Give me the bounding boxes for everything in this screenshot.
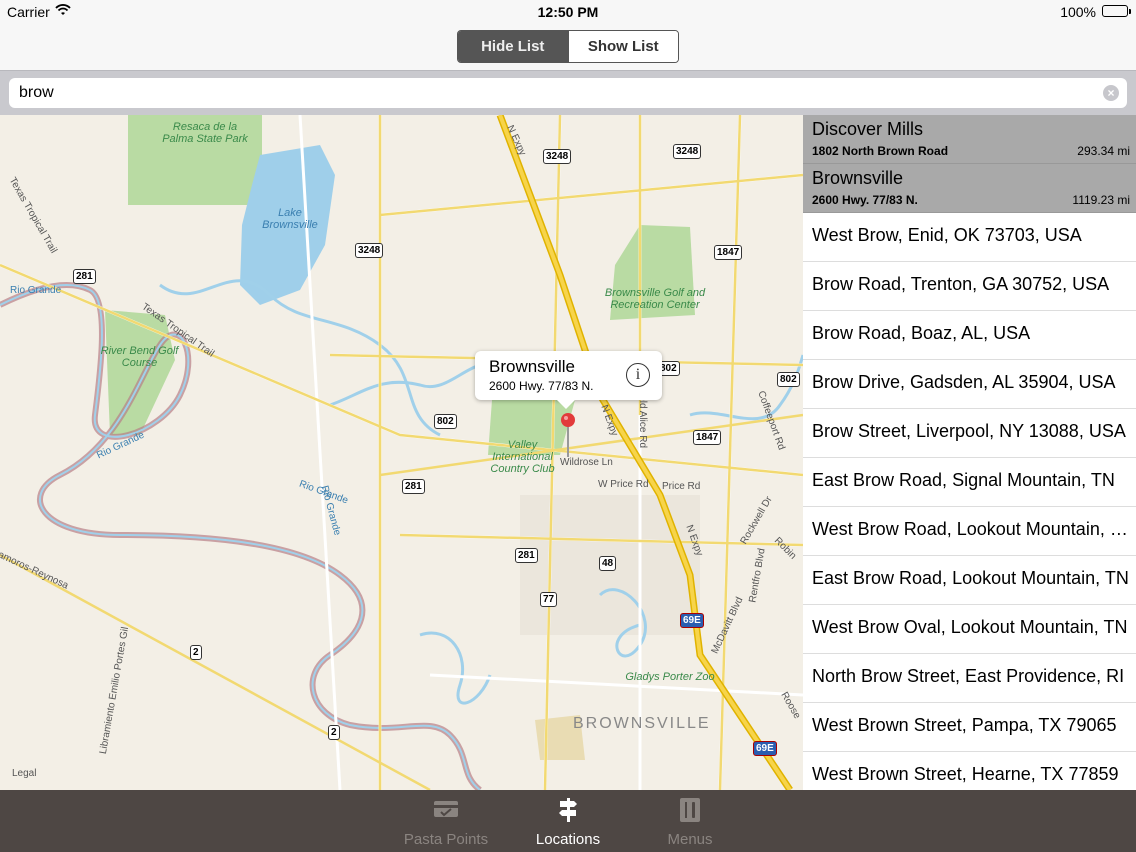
tab-menus[interactable]: Menus <box>640 790 740 852</box>
route-shield: 2 <box>328 725 340 740</box>
ticket-icon <box>434 798 458 822</box>
list-toggle: Hide List Show List <box>457 30 679 63</box>
search-input[interactable] <box>19 78 1099 108</box>
route-shield: 281 <box>73 269 96 284</box>
street-label: Old Alice Rd <box>637 392 649 449</box>
list-item[interactable]: Brow Drive, Gadsden, AL 35904, USA <box>803 360 1136 409</box>
list-item[interactable]: Brow Road, Trenton, GA 30752, USA <box>803 262 1136 311</box>
result-title: West Brown Street, Pampa, TX 79065 <box>812 715 1117 735</box>
results-list[interactable]: Discover Mills 1802 North Brown Road 293… <box>803 115 1136 790</box>
route-shield: 1847 <box>714 245 743 260</box>
route-shield: 802 <box>777 372 800 387</box>
result-title: East Brow Road, Lookout Mountain, TN <box>812 568 1129 588</box>
park-label-river-bend: River Bend Golf Course <box>100 345 179 369</box>
list-item[interactable]: West Brown Street, Pampa, TX 79065 <box>803 703 1136 752</box>
tab-label: Locations <box>535 831 601 848</box>
list-item[interactable]: Brow Street, Liverpool, NY 13088, USA <box>803 409 1136 458</box>
list-item[interactable]: West Brow Oval, Lookout Mountain, TN <box>803 605 1136 654</box>
signpost-icon <box>556 798 580 822</box>
map-view[interactable]: Resaca de la Palma State Park Lake Brown… <box>0 115 803 790</box>
list-item[interactable]: West Brow Road, Lookout Mountain, GA <box>803 507 1136 556</box>
list-item[interactable]: East Brow Road, Signal Mountain, TN <box>803 458 1136 507</box>
list-item[interactable]: Brownsville 2600 Hwy. 77/83 N. 1119.23 m… <box>803 164 1136 213</box>
result-title: East Brow Road, Signal Mountain, TN <box>812 470 1115 490</box>
result-title: Brownsville <box>812 168 904 188</box>
clear-icon[interactable]: × <box>1103 85 1119 101</box>
search-field: × <box>9 78 1127 108</box>
show-list-button[interactable]: Show List <box>567 31 678 62</box>
result-address: 1802 North Brown Road <box>812 144 949 158</box>
route-shield: 2 <box>190 645 202 660</box>
map-graphics <box>0 115 803 790</box>
result-title: West Brow Road, Lookout Mountain, GA <box>812 519 1130 539</box>
route-shield: 77 <box>540 592 558 607</box>
result-title: Brow Street, Liverpool, NY 13088, USA <box>812 421 1126 441</box>
route-shield: 48 <box>599 556 617 571</box>
result-title: Brow Road, Trenton, GA 30752, USA <box>812 274 1110 294</box>
search-bar: × <box>0 70 1136 115</box>
callout-subtitle: 2600 Hwy. 77/83 N. <box>489 379 594 393</box>
tab-label: Menus <box>667 831 713 848</box>
menu-book-icon <box>678 798 702 822</box>
legal-link[interactable]: Legal <box>12 768 36 779</box>
zoo-label: Gladys Porter Zoo <box>625 671 715 683</box>
result-title: West Brow Oval, Lookout Mountain, TN <box>812 617 1128 637</box>
battery-icon <box>1102 5 1131 17</box>
park-label-brownsville-golf: Brownsville Golf and Recreation Center <box>604 287 706 311</box>
status-bar: Carrier 12:50 PM 100% <box>0 0 1136 24</box>
list-item[interactable]: Discover Mills 1802 North Brown Road 293… <box>803 115 1136 164</box>
tab-bar: Pasta Points Locations Menus <box>0 790 1136 852</box>
route-shield: 69E <box>753 741 777 756</box>
park-label-valley: Valley International Country Club <box>490 439 555 475</box>
tab-pasta-points[interactable]: Pasta Points <box>396 790 496 852</box>
street-label: Price Rd <box>662 481 701 492</box>
result-address: 2600 Hwy. 77/83 N. <box>812 193 918 207</box>
callout-title: Brownsville <box>489 357 575 376</box>
street-label: W Price Rd <box>598 479 649 490</box>
result-title: North Brow Street, East Providence, RI <box>812 666 1125 686</box>
tab-locations[interactable]: Locations <box>518 790 618 852</box>
city-label: BROWNSVILLE <box>573 715 711 732</box>
list-item[interactable]: North Brow Street, East Providence, RI <box>803 654 1136 703</box>
result-distance: 293.34 mi <box>1077 144 1130 158</box>
info-icon[interactable]: i <box>626 363 650 387</box>
park-label-resaca: Resaca de la Palma State Park <box>162 121 248 145</box>
route-shield: 3248 <box>543 149 572 164</box>
route-shield: 802 <box>434 414 457 429</box>
hide-list-button[interactable]: Hide List <box>458 31 568 62</box>
result-distance: 1119.23 mi <box>1072 193 1130 207</box>
list-item[interactable]: East Brow Road, Lookout Mountain, TN <box>803 556 1136 605</box>
route-shield: 69E <box>680 613 704 628</box>
route-shield: 1847 <box>693 430 722 445</box>
nav-bar: Hide List Show List <box>0 24 1136 70</box>
list-item[interactable]: West Brown Street, Hearne, TX 77859 <box>803 752 1136 790</box>
battery-percent: 100% <box>1060 4 1096 20</box>
route-shield: 281 <box>402 479 425 494</box>
route-shield: 3248 <box>673 144 702 159</box>
result-title: West Brown Street, Hearne, TX 77859 <box>812 764 1119 784</box>
river-label: Rio Grande <box>10 285 62 296</box>
location-callout[interactable]: Brownsville 2600 Hwy. 77/83 N. i <box>475 351 662 409</box>
result-title: Discover Mills <box>812 119 924 139</box>
street-label: Wildrose Ln <box>560 457 613 468</box>
lake-label: Lake Brownsville <box>262 207 318 231</box>
clock: 12:50 PM <box>537 4 599 20</box>
tab-label: Pasta Points <box>403 831 489 848</box>
result-title: Brow Drive, Gadsden, AL 35904, USA <box>812 372 1116 392</box>
result-title: West Brow, Enid, OK 73703, USA <box>812 225 1082 245</box>
list-item[interactable]: Brow Road, Boaz, AL, USA <box>803 311 1136 360</box>
route-shield: 3248 <box>355 243 384 258</box>
result-title: Brow Road, Boaz, AL, USA <box>812 323 1031 343</box>
route-shield: 281 <box>515 548 538 563</box>
list-item[interactable]: West Brow, Enid, OK 73703, USA <box>803 213 1136 262</box>
